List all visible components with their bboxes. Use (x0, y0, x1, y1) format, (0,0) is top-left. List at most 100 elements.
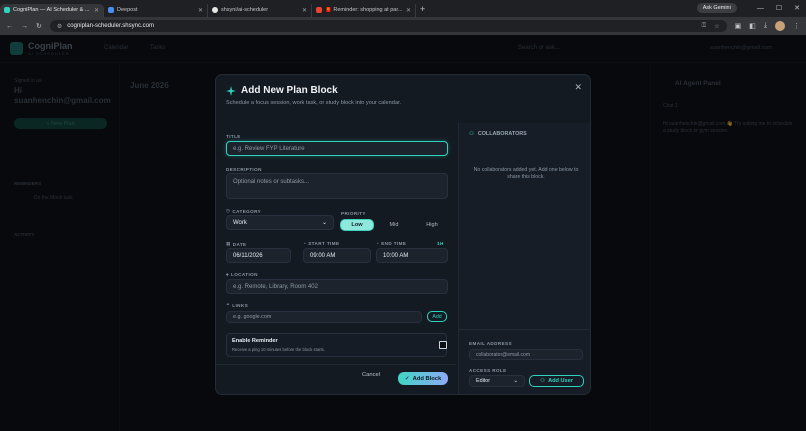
end-time-input[interactable]: 10:00 AM (376, 248, 448, 263)
close-modal-icon[interactable]: ✕ (574, 82, 582, 93)
reminder-title: Enable Reminder (232, 338, 278, 344)
github-favicon-icon (212, 7, 218, 13)
category-label-row: ◷ CATEGORY (226, 208, 261, 214)
access-role-value: Editor (476, 378, 491, 384)
location-label-row: ⌖ LOCATION (226, 272, 258, 277)
browser-tab-github[interactable]: shsyni/ai-scheduler ✕ (208, 3, 312, 17)
add-link-button[interactable]: Add (427, 311, 447, 322)
title-input[interactable]: e.g. Review FYP Literature (226, 141, 448, 156)
links-label-row: ⚭ LINKS (226, 302, 248, 308)
browser-tab-deepost[interactable]: Deepost ✕ (104, 3, 208, 17)
tag-icon: ◷ (226, 208, 231, 213)
priority-low[interactable]: Low (340, 219, 374, 231)
title-label: TITLE (226, 134, 241, 139)
sparkle-icon (226, 85, 236, 96)
cogniplan-favicon-icon (4, 7, 10, 13)
browser-tab-gmail[interactable]: 🧧 Reminder: shopping at par... ✕ (312, 3, 416, 17)
collab-title: COLLABORATORS (477, 131, 527, 137)
browser-menu-icon[interactable]: ⋮ (793, 22, 800, 30)
modal-subtitle: Schedule a focus session, work task, or … (226, 100, 402, 106)
users-icon: ⚇ (469, 131, 474, 137)
access-role-label: ACCESS ROLE (469, 368, 507, 373)
minimize-icon[interactable]: — (757, 5, 764, 12)
access-role-select[interactable]: Editor ⌄ (469, 375, 525, 387)
close-tab-icon[interactable]: ✕ (406, 7, 411, 14)
close-tab-icon[interactable]: ✕ (94, 7, 99, 14)
description-label: DESCRIPTION (226, 167, 262, 172)
address-bar[interactable]: ⚙ cogniplan-scheduler.shsync.com ⚿ ☆ (49, 20, 727, 32)
calendar-icon: ▦ (226, 241, 231, 246)
modal-title: Add New Plan Block (241, 85, 338, 96)
date-label-row: ▦ DATE (226, 241, 247, 247)
end-time-label: END TIME (381, 241, 407, 246)
key-icon[interactable]: ⚿ (702, 23, 707, 30)
priority-mid[interactable]: Mid (376, 219, 412, 231)
browser-toolbar: ← → ↻ ⚙ cogniplan-scheduler.shsync.com ⚿… (0, 17, 806, 35)
maximize-icon[interactable]: ☐ (776, 4, 782, 12)
duration-badge: 1H (437, 241, 444, 246)
downloads-icon[interactable]: ⤓ (764, 22, 767, 30)
reminder-description: Receive a ping 10 minutes before the blo… (232, 347, 325, 352)
browser-tab-cogniplan[interactable]: CogniPlan — AI Scheduler & ... ✕ (0, 3, 104, 17)
links-input[interactable]: e.g. google.com (226, 311, 422, 323)
priority-high[interactable]: High (414, 219, 450, 231)
collab-empty-text: No collaborators added yet. Add one belo… (473, 167, 579, 180)
gmail-favicon-icon (316, 7, 322, 13)
extensions-icon[interactable]: ▣ (735, 22, 742, 30)
add-user-icon: ⚇ (540, 378, 546, 384)
sidepanel-icon[interactable]: ◧ (749, 22, 756, 30)
site-info-icon[interactable]: ⚙ (57, 23, 62, 30)
browser-tabstrip: CogniPlan — AI Scheduler & ... ✕ Deepost… (0, 0, 806, 17)
url-text: cogniplan-scheduler.shsync.com (67, 23, 154, 29)
location-label: LOCATION (231, 272, 258, 277)
reminder-checkbox[interactable] (439, 341, 447, 349)
footer-divider (216, 364, 456, 365)
start-time-label: START TIME (308, 241, 340, 246)
pin-icon: ⌖ (226, 272, 229, 277)
description-textarea[interactable]: Optional notes or subtasks... (226, 173, 448, 199)
date-input[interactable]: 06/11/2026 (226, 248, 291, 263)
add-user-button[interactable]: ⚇ Add User (529, 375, 584, 387)
ask-gemini-button[interactable]: Ask Gemini (696, 3, 737, 13)
cancel-button[interactable]: Cancel (362, 372, 380, 378)
add-block-button[interactable]: ✓ Add Block (398, 372, 448, 385)
close-tab-icon[interactable]: ✕ (302, 7, 307, 14)
location-input[interactable]: e.g. Remote, Library, Room 402 (226, 279, 448, 294)
new-tab-button[interactable]: + (420, 4, 425, 14)
end-label-row: ◔ END TIME (376, 241, 406, 246)
modal-header: Add New Plan Block Schedule a focus sess… (226, 85, 401, 106)
category-select[interactable]: Work ⌄ (226, 215, 334, 230)
add-block-label: Add Block (412, 375, 442, 382)
check-icon: ✓ (404, 375, 410, 382)
forward-icon[interactable]: → (21, 23, 28, 30)
category-value: Work (233, 219, 247, 226)
link-icon: ⚭ (226, 302, 231, 307)
back-icon[interactable]: ← (6, 23, 13, 30)
deepost-favicon-icon (108, 7, 114, 13)
start-label-row: ◔ START TIME (303, 241, 339, 246)
tab-title: 🧧 Reminder: shopping at par... (325, 7, 403, 13)
close-tab-icon[interactable]: ✕ (198, 7, 203, 14)
tab-title: shsyni/ai-scheduler (221, 7, 269, 13)
reload-icon[interactable]: ↻ (36, 22, 42, 30)
profile-avatar[interactable] (775, 21, 785, 31)
collab-email-input[interactable]: collaborator@email.com (469, 349, 583, 360)
clock-icon: ◔ (376, 241, 380, 246)
tab-title: Deepost (117, 7, 138, 13)
email-label: EMAIL ADDRESS (469, 341, 512, 346)
add-plan-modal: Add New Plan Block Schedule a focus sess… (215, 74, 591, 395)
collab-header: ⚇ COLLABORATORS (469, 131, 527, 137)
priority-label: PRIORITY (341, 211, 366, 216)
chevron-down-icon: ⌄ (321, 220, 327, 226)
start-time-input[interactable]: 09:00 AM (303, 248, 371, 263)
collab-form: EMAIL ADDRESS collaborator@email.com ACC… (459, 329, 590, 394)
clock-icon: ◔ (303, 241, 307, 246)
window-controls: Ask Gemini — ☐ ✕ (696, 3, 800, 13)
category-label: CATEGORY (232, 208, 262, 214)
links-label: LINKS (232, 302, 249, 308)
priority-segmented: Low Mid High (340, 219, 450, 231)
close-window-icon[interactable]: ✕ (794, 4, 800, 12)
reminder-card: Enable Reminder Receive a ping 10 minute… (226, 333, 447, 357)
add-user-label: Add User (548, 378, 573, 384)
bookmark-star-icon[interactable]: ☆ (714, 23, 719, 30)
